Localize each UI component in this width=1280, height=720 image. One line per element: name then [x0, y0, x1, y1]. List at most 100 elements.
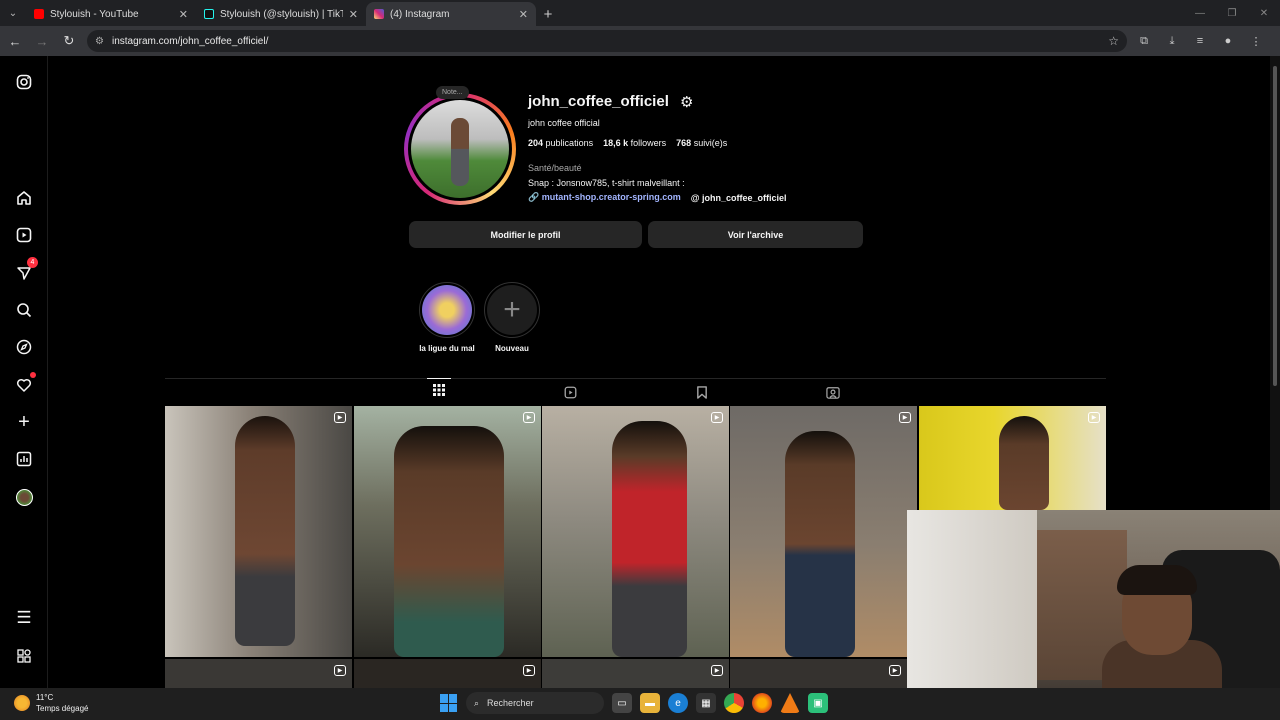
profile-category: Santé/beauté [528, 163, 582, 173]
post-thumbnail[interactable]: ▶ [730, 659, 907, 688]
forward-icon[interactable]: → [30, 29, 54, 53]
youtube-icon [34, 9, 44, 19]
settings-gear-icon[interactable]: ⚙ [680, 93, 693, 111]
windows-start-icon[interactable] [440, 694, 458, 712]
reel-icon: ▶ [899, 412, 911, 423]
new-highlight-button[interactable]: + Nouveau [482, 282, 542, 353]
taskbar-search[interactable]: ⌕ Rechercher [466, 692, 604, 714]
post-thumbnail[interactable]: ▶ [542, 659, 729, 688]
weather-temperature: 11°C [36, 693, 54, 702]
tab-tiktok[interactable]: Stylouish (@stylouish) | TikTok ✕ [196, 2, 366, 26]
tiktok-icon [204, 9, 214, 19]
threads-icon: @ [690, 192, 700, 203]
reel-icon: ▶ [889, 665, 901, 676]
weather-widget[interactable]: 11°C Temps dégagé [14, 692, 88, 714]
highlight-label: la ligue du mal [419, 344, 475, 353]
search-icon: ⌕ [474, 697, 480, 708]
bookmark-star-icon[interactable]: ☆ [1108, 34, 1119, 48]
close-tab-icon[interactable]: ✕ [349, 8, 358, 21]
messages-icon[interactable]: 4 [12, 257, 38, 285]
instagram-logo-icon[interactable] [12, 70, 36, 94]
instagram-icon [374, 9, 384, 19]
site-info-icon[interactable]: ⚙ [95, 36, 104, 47]
followers-stat[interactable]: 18,6 k followers [603, 138, 666, 148]
profile-tabs [165, 378, 1106, 404]
url-field[interactable]: ⚙ instagram.com/john_coffee_officiel/ ☆ [87, 30, 1127, 52]
reel-icon: ▶ [711, 665, 723, 676]
reel-icon: ▶ [711, 412, 723, 423]
reels-icon[interactable] [12, 223, 36, 247]
explore-icon[interactable] [12, 335, 36, 359]
tab-tagged-icon[interactable] [821, 381, 845, 403]
post-thumbnail[interactable]: ▶ [542, 406, 729, 657]
home-icon[interactable] [12, 186, 36, 210]
tab-saved-icon[interactable] [690, 381, 714, 403]
weather-condition: Temps dégagé [36, 704, 89, 713]
tab-posts-grid-icon[interactable] [427, 378, 451, 400]
profile-icon[interactable]: ● [1217, 30, 1239, 52]
view-archive-button[interactable]: Voir l'archive [648, 221, 863, 248]
app-icon[interactable]: ▣ [808, 693, 828, 713]
weather-sun-icon [14, 695, 30, 711]
create-plus-icon[interactable]: + [12, 410, 36, 434]
tab-reels-icon[interactable] [558, 381, 582, 403]
external-link[interactable]: 🔗 mutant-shop.creator-spring.com [528, 192, 681, 203]
file-explorer-icon[interactable]: ▬ [640, 693, 660, 713]
highlight-cover [422, 285, 472, 335]
post-thumbnail[interactable]: ▶ [354, 406, 541, 657]
profile-avatar[interactable] [404, 93, 516, 205]
address-bar-row: ← → ↻ ⚙ instagram.com/john_coffee_offici… [0, 26, 1280, 56]
post-thumbnail[interactable]: ▶ [730, 406, 917, 657]
store-icon[interactable]: ▦ [696, 693, 716, 713]
post-thumbnail[interactable]: ▶ [354, 659, 541, 688]
threads-link[interactable]: @ john_coffee_officiel [691, 193, 787, 203]
menu-icon[interactable]: ⋮ [1245, 30, 1267, 52]
reel-icon: ▶ [1088, 412, 1100, 423]
reel-icon: ▶ [334, 665, 346, 676]
tab-title: Stylouish - YouTube [50, 8, 139, 20]
posts-stat: 204 publications [528, 138, 594, 148]
window-controls: — ❐ ✕ [1184, 0, 1280, 26]
reel-icon: ▶ [523, 665, 535, 676]
post-thumbnail[interactable]: ▶ [165, 659, 352, 688]
windows-taskbar: 11°C Temps dégagé ⌕ Rechercher ▭ ▬ e ▦ ▣ [0, 688, 1280, 720]
profile-bio: Snap : Jonsnow785, t-shirt malveillant : [528, 178, 685, 188]
threads-apps-icon[interactable] [12, 644, 36, 668]
media-icon[interactable]: ≡ [1189, 30, 1211, 52]
notifications-heart-icon[interactable] [12, 372, 36, 397]
vlc-icon[interactable] [780, 693, 800, 713]
dashboard-icon[interactable] [12, 447, 36, 471]
new-tab-button[interactable]: + [536, 2, 560, 26]
edit-profile-button[interactable]: Modifier le profil [409, 221, 642, 248]
minimize-icon[interactable]: — [1184, 0, 1216, 26]
firefox-icon[interactable] [752, 693, 772, 713]
post-thumbnail[interactable]: ▶ [165, 406, 352, 657]
tab-instagram[interactable]: (4) Instagram ✕ [366, 2, 536, 26]
edge-icon[interactable]: e [668, 693, 688, 713]
close-window-icon[interactable]: ✕ [1248, 0, 1280, 26]
taskbar-apps: ⌕ Rechercher ▭ ▬ e ▦ ▣ [440, 692, 828, 714]
highlight-item[interactable]: la ligue du mal [417, 282, 477, 353]
notifications-badge: 4 [27, 257, 38, 268]
tab-search-icon[interactable]: ⌄ [0, 0, 26, 26]
reload-icon[interactable]: ↻ [57, 29, 81, 53]
profile-stats: 204 publications 18,6 k followers 768 su… [528, 138, 727, 148]
highlight-label: Nouveau [495, 344, 529, 353]
tab-title: (4) Instagram [390, 8, 450, 20]
back-icon[interactable]: ← [3, 29, 27, 53]
download-icon[interactable]: ⤓ [1161, 30, 1183, 52]
more-menu-icon[interactable]: ☰ [12, 606, 36, 630]
tab-youtube[interactable]: Stylouish - YouTube ✕ [26, 2, 196, 26]
profile-avatar-icon[interactable] [12, 485, 36, 509]
chrome-icon[interactable] [724, 693, 744, 713]
note-bubble[interactable]: Note... [436, 86, 469, 99]
close-tab-icon[interactable]: ✕ [519, 8, 528, 21]
search-placeholder: Rechercher [487, 698, 534, 708]
search-icon[interactable] [12, 298, 36, 322]
extensions-icon[interactable]: ⧉ [1133, 30, 1155, 52]
maximize-icon[interactable]: ❐ [1216, 0, 1248, 26]
task-view-icon[interactable]: ▭ [612, 693, 632, 713]
post-thumbnail[interactable]: ▶ [919, 406, 1106, 510]
following-stat[interactable]: 768 suivi(e)s [676, 138, 727, 148]
close-tab-icon[interactable]: ✕ [179, 8, 188, 21]
